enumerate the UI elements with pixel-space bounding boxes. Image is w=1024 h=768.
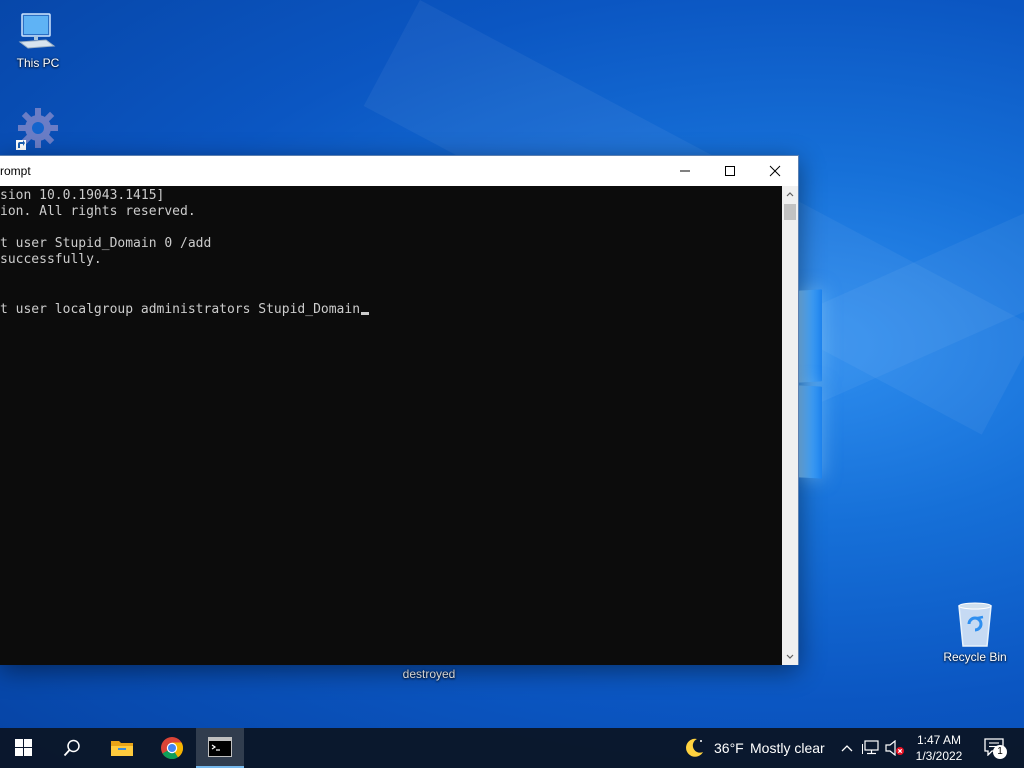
vertical-scrollbar[interactable] (782, 186, 798, 665)
desktop: This PC Recycle Bin destroyed rompt sion… (0, 0, 1024, 728)
weather-widget-icon[interactable] (680, 728, 708, 768)
close-icon (769, 165, 781, 177)
desktop-icon-label: This PC (16, 56, 60, 70)
console-command: t user localgroup administrators Stupid_… (0, 302, 361, 317)
network-button[interactable] (860, 728, 882, 768)
this-pc-icon (16, 10, 60, 54)
desktop-icon-shortcut[interactable] (0, 104, 76, 154)
chrome-icon (161, 737, 184, 760)
search-button[interactable] (48, 728, 96, 768)
close-button[interactable] (752, 156, 798, 186)
window-title: rompt (0, 164, 31, 178)
gear-shortcut-icon (14, 104, 62, 152)
start-icon (15, 739, 32, 756)
console-input-line[interactable]: t user localgroup administrators Stupid_… (0, 300, 370, 318)
text-cursor (361, 312, 370, 315)
moon-icon (686, 738, 703, 757)
chevron-down-icon (786, 654, 794, 659)
notification-icon: 1 (984, 738, 1007, 759)
command-prompt-window[interactable]: rompt sion 10.0.19043.1415] ion. All rig… (0, 155, 799, 665)
console-line: sion 10.0.19043.1415] (0, 188, 165, 203)
console-line: successfully. (0, 252, 102, 267)
windows-logo-glow (798, 289, 824, 480)
scroll-down-button[interactable] (782, 649, 798, 665)
chevron-up-icon (786, 192, 794, 197)
start-button[interactable] (0, 728, 48, 768)
minimize-button[interactable] (662, 156, 708, 186)
system-clock[interactable]: 1:47 AM 1/3/2022 (904, 732, 974, 764)
scroll-up-button[interactable] (782, 186, 798, 202)
console-output[interactable]: sion 10.0.19043.1415] ion. All rights re… (0, 186, 782, 665)
file-explorer-button[interactable] (98, 728, 146, 768)
taskbar: 36°F Mostly clear 1:47 AM 1/3/2022 1 (0, 728, 1024, 768)
chrome-button[interactable] (148, 728, 196, 768)
recycle-bin-icon (953, 600, 997, 648)
minimize-icon (680, 170, 690, 172)
network-icon (862, 740, 879, 755)
clock-time: 1:47 AM (916, 733, 962, 747)
command-prompt-taskbar-button[interactable] (196, 728, 244, 768)
window-titlebar[interactable]: rompt (0, 156, 798, 186)
file-explorer-icon (111, 741, 133, 756)
chevron-up-icon (841, 745, 853, 752)
logo-pane (798, 385, 822, 479)
volume-button[interactable] (884, 728, 906, 768)
weather-temperature[interactable]: 36°F (714, 740, 744, 756)
search-icon (63, 739, 80, 757)
desktop-icon-label: destroyed (402, 667, 456, 681)
speaker-muted-icon (885, 740, 904, 756)
console-line: t user Stupid_Domain 0 /add (0, 236, 212, 251)
scrollbar-thumb[interactable] (784, 204, 796, 220)
command-prompt-icon (208, 737, 232, 757)
console-line: ion. All rights reserved. (0, 204, 196, 219)
desktop-icon-label-destroyed[interactable]: destroyed (391, 667, 467, 681)
maximize-button[interactable] (707, 156, 753, 186)
logo-pane (798, 289, 822, 383)
desktop-icon-label: Recycle Bin (943, 650, 1007, 664)
notification-center-button[interactable]: 1 (980, 728, 1010, 768)
weather-condition[interactable]: Mostly clear (750, 740, 825, 756)
maximize-icon (725, 166, 735, 176)
clock-date: 1/3/2022 (915, 749, 963, 763)
notification-badge: 1 (993, 745, 1007, 759)
desktop-icon-recycle-bin[interactable]: Recycle Bin (937, 600, 1013, 664)
desktop-icon-this-pc[interactable]: This PC (0, 10, 76, 70)
show-hidden-icons-button[interactable] (838, 728, 856, 768)
